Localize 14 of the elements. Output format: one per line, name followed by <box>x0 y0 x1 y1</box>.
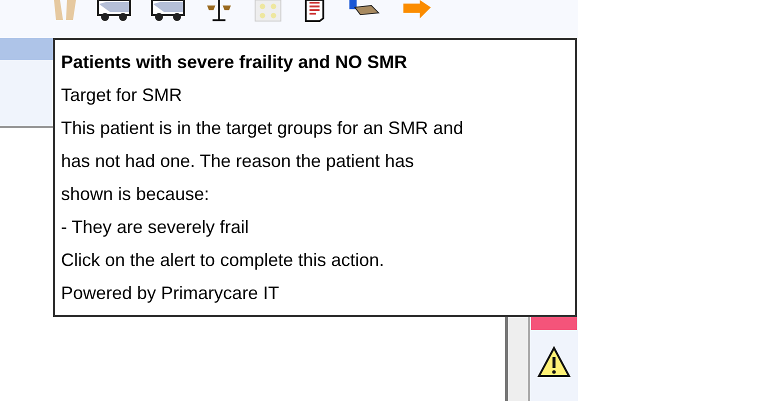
scroll-bar[interactable] <box>505 316 530 401</box>
ambulance-icon[interactable] <box>96 0 132 22</box>
ambulance-icon[interactable] <box>150 0 186 22</box>
warning-icon[interactable] <box>537 346 571 378</box>
scales-icon[interactable] <box>204 0 234 22</box>
alert-marker[interactable] <box>531 316 577 330</box>
tooltip-text: This patient is in the target groups for an SMR and <box>61 117 464 140</box>
tooltip-text: Target for SMR <box>61 84 184 107</box>
tooltip-text: - They are severely frail <box>61 216 250 239</box>
tooltip-text: shown is because: <box>61 183 210 206</box>
tooltip-text: has not had one. The reason the patient has <box>61 150 415 173</box>
tooltip-text: Powered by Primarycare IT <box>61 282 280 305</box>
tooltip-text: Click on the alert to complete this action. <box>61 249 386 272</box>
tooltip-title: Patients with severe fraility and NO SMR <box>61 51 408 74</box>
